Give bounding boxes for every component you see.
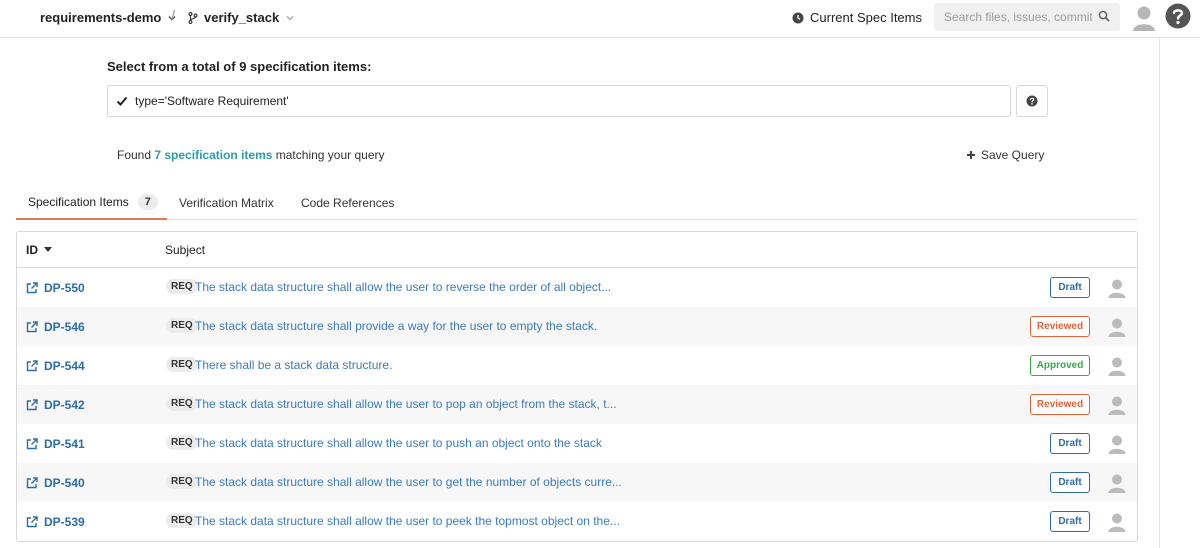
caret-down-icon	[44, 247, 52, 252]
search-input[interactable]	[934, 3, 1120, 31]
row-id-link[interactable]: DP-544	[26, 359, 85, 373]
avatar-icon	[1108, 396, 1126, 415]
query-help-button[interactable]	[1016, 85, 1048, 117]
row-subject-link[interactable]: The stack data structure shall allow the…	[195, 436, 602, 450]
table-row: DP-540 REQ The stack data structure shal…	[17, 463, 1137, 502]
column-header-subject: Subject	[165, 243, 206, 257]
external-link-icon	[26, 438, 38, 450]
column-id-label: ID	[26, 243, 38, 257]
table-row: DP-541 REQ The stack data structure shal…	[17, 424, 1137, 463]
table-row: DP-550 REQ The stack data structure shal…	[17, 268, 1137, 307]
status-badge: Approved	[1030, 355, 1090, 376]
chevron-down-icon	[286, 15, 294, 21]
tab-count-badge: 7	[137, 193, 158, 210]
external-link-icon	[26, 399, 38, 411]
breadcrumb-separator: /	[171, 8, 176, 25]
results-summary: Found 7 specification items matching you…	[117, 148, 385, 162]
tab-specification-items[interactable]: Specification Items 7	[16, 185, 167, 220]
row-subject-link[interactable]: The stack data structure shall allow the…	[195, 280, 611, 294]
tab-code-references[interactable]: Code References	[301, 185, 394, 220]
row-id: DP-542	[44, 398, 85, 412]
save-query-button[interactable]: Save Query	[966, 148, 1044, 162]
search-icon[interactable]	[1098, 10, 1110, 22]
avatar-icon	[1108, 435, 1126, 454]
row-id-link[interactable]: DP-542	[26, 398, 85, 412]
external-link-icon	[26, 516, 38, 528]
req-tag: REQ	[166, 435, 198, 450]
avatar-icon	[1108, 474, 1126, 493]
table-row: DP-546 REQ The stack data structure shal…	[17, 307, 1137, 346]
row-id: DP-539	[44, 515, 85, 529]
row-id: DP-550	[44, 281, 85, 295]
table-row: DP-542 REQ The stack data structure shal…	[17, 385, 1137, 424]
row-subject-link[interactable]: There shall be a stack data structure.	[195, 358, 392, 372]
query-title: Select from a total of 9 specification i…	[107, 59, 372, 74]
req-tag: REQ	[166, 513, 198, 528]
tab-label: Code References	[301, 195, 395, 210]
query-text: type='Software Requirement'	[135, 94, 289, 108]
row-subject-link[interactable]: The stack data structure shall provide a…	[195, 319, 597, 333]
external-link-icon	[26, 360, 38, 372]
avatar-icon[interactable]	[1132, 5, 1156, 31]
row-subject-link[interactable]: The stack data structure shall allow the…	[195, 514, 620, 528]
row-id: DP-544	[44, 359, 85, 373]
check-icon	[116, 96, 128, 106]
branch-selector[interactable]: verify_stack	[188, 10, 295, 25]
avatar-icon	[1108, 318, 1126, 337]
req-tag: REQ	[166, 357, 198, 372]
repo-name: requirements-demo	[40, 10, 162, 25]
results-count-link[interactable]: 7 specification items	[154, 148, 272, 162]
table-row: DP-539 REQ The stack data structure shal…	[17, 502, 1137, 541]
row-id-link[interactable]: DP-541	[26, 437, 85, 451]
status-badge: Draft	[1050, 472, 1090, 493]
row-id-link[interactable]: DP-540	[26, 476, 85, 490]
external-link-icon	[26, 282, 38, 294]
row-subject-link[interactable]: The stack data structure shall allow the…	[195, 475, 622, 489]
external-link-icon	[26, 321, 38, 333]
status-badge: Draft	[1050, 277, 1090, 298]
table-header: ID Subject	[17, 232, 1137, 268]
avatar-icon	[1108, 279, 1126, 298]
req-tag: REQ	[166, 318, 198, 333]
row-id: DP-546	[44, 320, 85, 334]
spec-items-table: ID Subject DP-550 REQ The stack data str…	[16, 231, 1138, 542]
git-branch-icon	[188, 11, 198, 24]
results-suffix: matching your query	[275, 148, 385, 162]
req-tag: REQ	[166, 396, 198, 411]
row-subject-link[interactable]: The stack data structure shall allow the…	[195, 397, 617, 411]
row-id: DP-540	[44, 476, 85, 490]
row-id-link[interactable]: DP-550	[26, 281, 85, 295]
avatar-icon	[1108, 357, 1126, 376]
avatar-icon	[1108, 513, 1126, 532]
table-row: DP-544 REQ There shall be a stack data s…	[17, 346, 1137, 385]
right-rail-divider	[1159, 38, 1160, 548]
top-bar: requirements-demo / verify_stack Current…	[0, 0, 1200, 38]
row-id: DP-541	[44, 437, 85, 451]
row-id-link[interactable]: DP-539	[26, 515, 85, 529]
status-badge: Draft	[1050, 433, 1090, 454]
help-circle-icon	[1026, 95, 1038, 107]
results-prefix: Found	[117, 148, 152, 162]
tab-verification-matrix[interactable]: Verification Matrix	[179, 185, 274, 220]
branch-name: verify_stack	[204, 10, 280, 25]
help-circle-icon[interactable]	[1165, 3, 1191, 29]
current-spec-items-label: Current Spec Items	[810, 10, 922, 25]
plus-icon	[967, 151, 975, 159]
tab-bar: Specification Items 7 Verification Matri…	[16, 185, 1138, 220]
req-tag: REQ	[166, 474, 198, 489]
column-header-id[interactable]: ID	[26, 243, 52, 257]
row-id-link[interactable]: DP-546	[26, 320, 85, 334]
tab-label: Verification Matrix	[179, 195, 274, 210]
query-input[interactable]: type='Software Requirement'	[107, 85, 1011, 117]
current-spec-items-link[interactable]: Current Spec Items	[792, 10, 922, 25]
status-badge: Reviewed	[1030, 316, 1090, 337]
status-badge: Draft	[1050, 511, 1090, 532]
external-link-icon	[26, 477, 38, 489]
req-tag: REQ	[166, 279, 198, 294]
tab-label: Specification Items	[28, 194, 129, 209]
status-badge: Reviewed	[1030, 394, 1090, 415]
repo-selector[interactable]: requirements-demo	[40, 10, 177, 25]
save-query-label: Save Query	[981, 148, 1045, 162]
clock-icon	[792, 12, 804, 23]
